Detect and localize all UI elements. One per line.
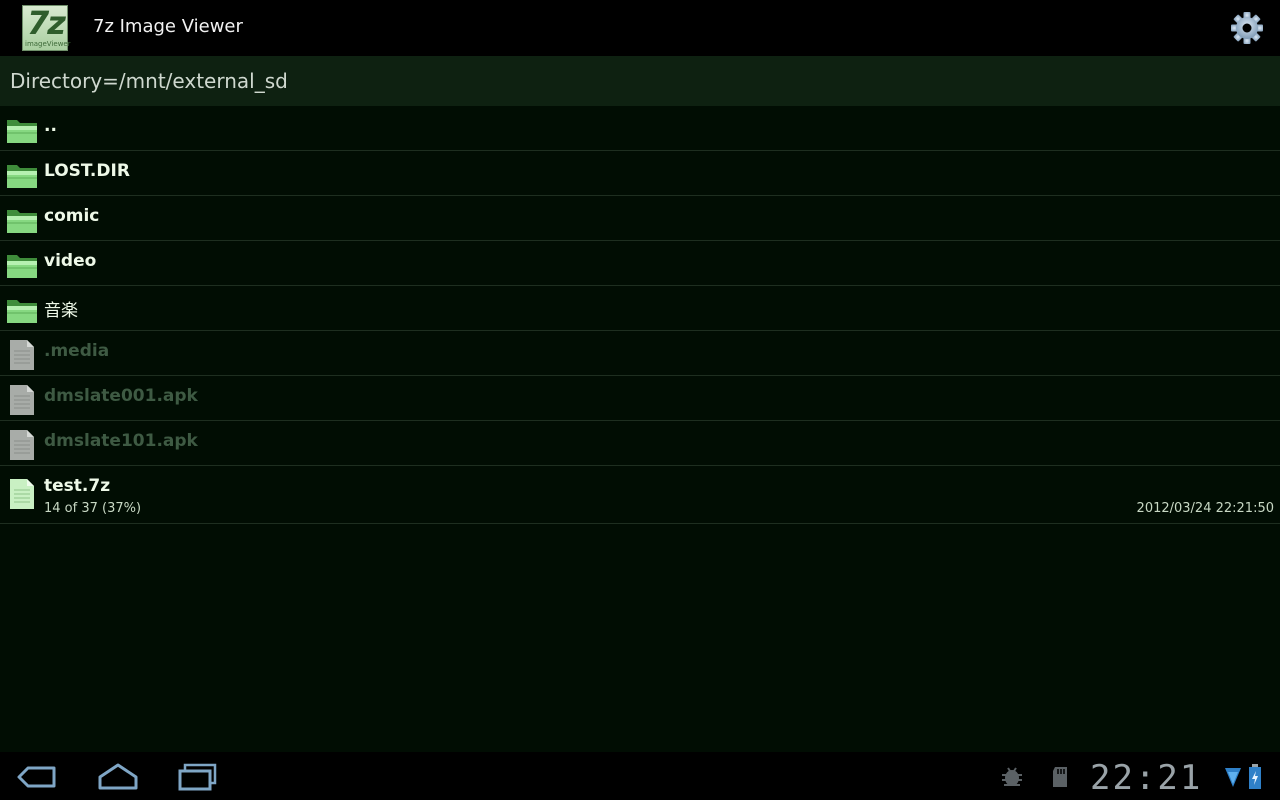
file-list: .. LOST.DIR comic video 音楽 .media dmslat… [0,106,1280,752]
app-icon-caption: imageViewer [25,40,71,48]
home-icon [98,763,138,790]
battery-icon [1249,764,1261,789]
list-item-comic[interactable]: comic [0,196,1280,241]
app-title: 7z Image Viewer [93,16,243,37]
file-name: dmslate001.apk [44,386,198,406]
list-item-media: .media [0,331,1280,376]
sd-card-icon [1053,767,1067,787]
file-icon [10,385,34,415]
folder-icon [7,120,37,143]
list-item-video[interactable]: video [0,241,1280,286]
action-bar: 7z imageViewer 7z Image Viewer [0,0,1280,56]
directory-path: Directory=/mnt/external_sd [10,69,288,93]
folder-icon [7,210,37,233]
file-name: video [44,251,97,271]
list-item-music[interactable]: 音楽 [0,286,1280,331]
file-name: .media [44,341,110,361]
wifi-signal-icon [1225,768,1241,787]
file-name: .. [44,116,57,136]
folder-icon [7,165,37,188]
file-name: 音楽 [44,301,78,321]
list-item-parent[interactable]: .. [0,106,1280,151]
file-name: comic [44,206,100,226]
archive-file-icon [10,479,34,509]
back-icon [17,766,56,788]
list-item-test-7z[interactable]: test.7z 14 of 37 (37%) 2012/03/24 22:21:… [0,466,1280,524]
system-bar: 22:21 [0,752,1280,800]
home-button[interactable] [96,762,140,792]
list-item-lost-dir[interactable]: LOST.DIR [0,151,1280,196]
folder-icon [7,300,37,323]
list-item-dmslate001: dmslate001.apk [0,376,1280,421]
file-name: LOST.DIR [44,161,130,181]
file-date: 2012/03/24 22:21:50 [1136,501,1274,516]
file-icon [10,430,34,460]
app-icon[interactable]: 7z imageViewer [22,4,71,51]
settings-button[interactable] [1230,11,1264,45]
file-name: dmslate101.apk [44,431,198,451]
usb-debug-icon [1002,767,1022,786]
recent-apps-button[interactable] [176,762,220,792]
back-button[interactable] [14,762,58,792]
screen: 7z imageViewer 7z Image Viewer Directory… [0,0,1280,800]
directory-header: Directory=/mnt/external_sd [0,56,1280,106]
app-icon-label: 7z [27,4,66,42]
file-name: test.7z [44,476,111,496]
folder-icon [7,255,37,278]
read-progress: 14 of 37 (37%) [44,501,142,516]
gear-icon [1231,12,1263,44]
clock: 22:21 [1090,758,1203,798]
recent-apps-icon [178,763,217,791]
list-item-dmslate101: dmslate101.apk [0,421,1280,466]
file-icon [10,340,34,370]
